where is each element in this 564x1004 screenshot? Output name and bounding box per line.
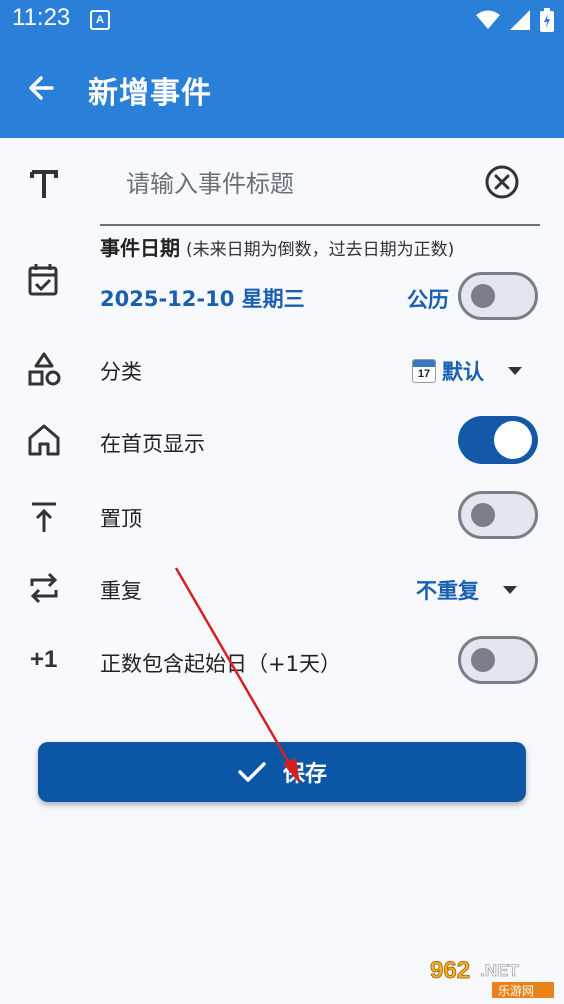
date-label: 事件日期 (未来日期为倒数，过去日期为正数) bbox=[100, 232, 454, 261]
repeat-dropdown[interactable]: 不重复 bbox=[416, 575, 517, 605]
watermark-sub: 乐游网 bbox=[498, 984, 534, 998]
battery-icon bbox=[540, 8, 554, 32]
calendar-type-label: 公历 bbox=[407, 288, 449, 312]
chevron-down-icon bbox=[508, 367, 522, 375]
status-bar: 11:23 A bbox=[0, 0, 564, 40]
show-on-home-toggle[interactable] bbox=[458, 416, 538, 464]
show-on-home-label: 在首页显示 bbox=[100, 432, 205, 456]
toggle-knob bbox=[494, 421, 532, 459]
shapes-icon bbox=[28, 352, 61, 386]
wifi-icon bbox=[476, 10, 500, 29]
pin-top-label: 置顶 bbox=[100, 507, 142, 531]
repeat-icon bbox=[30, 572, 58, 604]
category-dropdown[interactable]: 17 默认 bbox=[412, 356, 522, 386]
status-badge: A bbox=[90, 10, 110, 30]
date-hint: (未来日期为倒数，过去日期为正数) bbox=[186, 240, 455, 260]
toggle-knob bbox=[471, 284, 495, 308]
save-button[interactable]: 保存 bbox=[38, 742, 526, 802]
toggle-knob bbox=[471, 648, 495, 672]
lunar-toggle[interactable] bbox=[458, 272, 538, 320]
event-title-input[interactable] bbox=[100, 160, 498, 208]
watermark-suffix: .NET bbox=[480, 961, 519, 980]
pin-top-toggle[interactable] bbox=[458, 491, 538, 539]
page-title: 新增事件 bbox=[88, 76, 212, 111]
pin-top-icon bbox=[32, 502, 56, 532]
save-button-label: 保存 bbox=[282, 762, 327, 787]
back-arrow-icon bbox=[29, 76, 54, 100]
toggle-knob bbox=[471, 503, 495, 527]
repeat-value: 不重复 bbox=[416, 579, 479, 603]
input-underline bbox=[100, 224, 540, 226]
category-label: 分类 bbox=[100, 360, 142, 384]
watermark-brand: 962 bbox=[430, 957, 470, 984]
text-title-icon bbox=[30, 170, 58, 198]
include-start-label: 正数包含起始日（+1天） bbox=[100, 652, 341, 676]
chevron-down-icon bbox=[503, 586, 517, 594]
status-icons bbox=[476, 8, 554, 32]
signal-icon bbox=[510, 10, 530, 30]
date-value[interactable]: 2025-12-10 星期三 bbox=[100, 283, 305, 313]
include-start-toggle[interactable] bbox=[458, 636, 538, 684]
category-value: 默认 bbox=[442, 360, 484, 384]
date-label-text: 事件日期 bbox=[100, 236, 180, 260]
watermark: 962 .NET 乐游网 bbox=[428, 956, 558, 1000]
status-time: 11:23 bbox=[12, 4, 71, 31]
back-button[interactable] bbox=[22, 66, 66, 110]
home-icon bbox=[28, 424, 60, 456]
app-bar: 新增事件 bbox=[0, 40, 564, 138]
repeat-label: 重复 bbox=[100, 579, 142, 603]
calendar-emoji-number: 17 bbox=[417, 368, 431, 380]
clear-icon[interactable] bbox=[484, 164, 520, 200]
calendar-check-icon bbox=[28, 264, 58, 296]
watermark-logo: 962 .NET 乐游网 bbox=[430, 957, 554, 998]
calendar-emoji-icon: 17 bbox=[412, 359, 436, 383]
check-icon bbox=[238, 762, 266, 782]
plus-one-icon: +1 bbox=[30, 646, 58, 673]
